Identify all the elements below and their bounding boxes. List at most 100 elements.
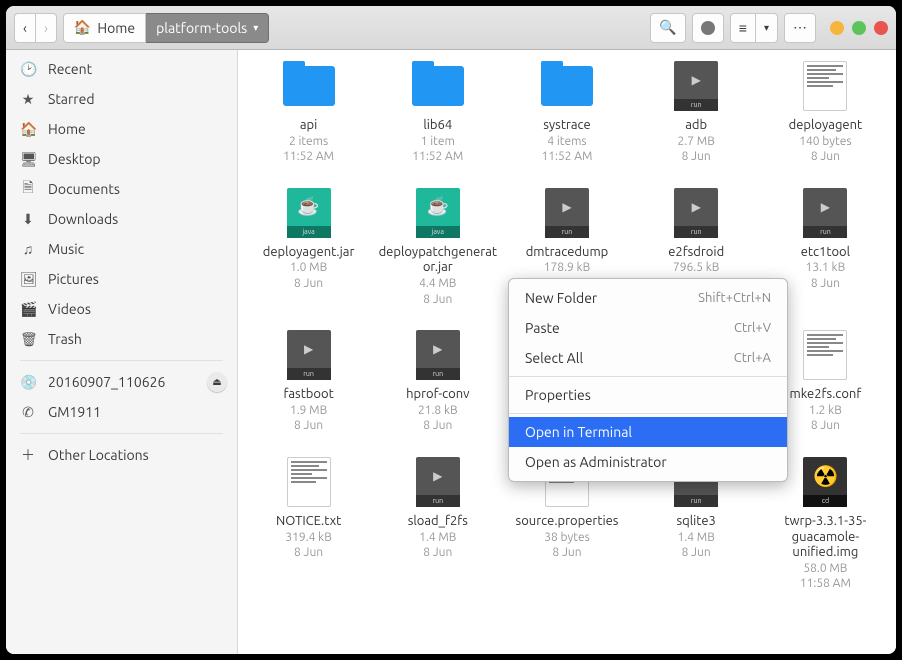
file-icon-box [797,327,853,383]
sidebar-item-music[interactable]: ♫Music [6,234,237,264]
file-manager-window: ‹ › 🏠 Home platform-tools ▾ 🔍 ≡ ▾ ⋯ [6,6,896,654]
context-menu-shortcut: Shift+Ctrl+N [698,291,771,305]
file-meta: 796.5 kB [673,260,719,276]
sidebar-item-label: Desktop [48,151,101,167]
file-icon-box: ☕java [281,185,337,241]
folder-icon [283,66,335,106]
sidebar-item-label: Recent [48,61,92,77]
sidebar-separator [20,433,223,434]
sidebar: 🕑Recent★Starred🏠Home🖥Desktop🗎Documents⬇D… [6,50,238,654]
file-icon-box: ▶run [281,327,337,383]
context-menu-item[interactable]: Properties [509,380,787,410]
sidebar-item-pictures[interactable]: 🖼Pictures [6,264,237,294]
file-date: 8 Jun [682,545,711,561]
executable-icon: ▶run [674,188,718,238]
file-item[interactable]: ☕java deployagent.jar 1.0 MB 8 Jun [246,185,371,307]
sidebar-item-recent[interactable]: 🕑Recent [6,54,237,84]
view-dropdown-button[interactable]: ▾ [755,13,778,43]
file-meta: 58.0 MB [803,561,847,577]
sidebar-other-locations[interactable]: ＋ Other Locations [6,440,237,470]
file-name: NOTICE.txt [276,514,341,530]
file-meta: 1.4 MB [678,530,715,546]
file-meta: 1.2 kB [809,403,842,419]
close-button[interactable] [874,21,888,35]
breadcrumb-current[interactable]: platform-tools ▾ [146,13,269,43]
sidebar-item-trash[interactable]: 🗑Trash [6,324,237,354]
file-item[interactable]: ▶run sload_f2fs 1.4 MB 8 Jun [375,454,500,592]
file-item[interactable]: ▶run hprof-conv 21.8 kB 8 Jun [375,327,500,434]
sidebar-icon: 🗑 [20,331,36,348]
sidebar-icon: 🗎 [20,177,36,201]
chevron-down-icon: ▾ [253,22,258,34]
file-meta: 21.8 kB [418,403,458,419]
sidebar-item-documents[interactable]: 🗎 Documents [6,174,237,204]
file-item[interactable]: lib64 1 item 11:52 AM [375,58,500,165]
file-item[interactable]: NOTICE.txt 319.4 kB 8 Jun [246,454,371,592]
file-item[interactable]: api 2 items 11:52 AM [246,58,371,165]
home-icon: 🏠 [74,19,91,36]
context-menu-item[interactable]: PasteCtrl+V [509,313,787,343]
sidebar-item-starred[interactable]: ★Starred [6,84,237,114]
breadcrumb-home[interactable]: 🏠 Home [63,13,146,43]
sidebar-item-videos[interactable]: 🎬Videos [6,294,237,324]
file-item[interactable]: deployagent 140 bytes 8 Jun [763,58,888,165]
sidebar-item-home[interactable]: 🏠Home [6,114,237,144]
chevron-left-icon: ‹ [23,20,27,36]
file-date: 8 Jun [811,418,840,434]
eject-button[interactable]: ⏏ [207,372,227,392]
text-icon [803,330,847,380]
file-meta: 1.4 MB [419,530,456,546]
file-item[interactable]: systrace 4 items 11:52 AM [504,58,629,165]
search-button[interactable]: 🔍 [650,13,685,43]
file-item[interactable]: ▶run fastboot 1.9 MB 8 Jun [246,327,371,434]
context-menu-item[interactable]: Open in Terminal [509,417,787,447]
sidebar-item-desktop[interactable]: 🖥Desktop [6,144,237,174]
sidebar-item-label: Videos [48,301,91,317]
file-item[interactable]: ☕java deploypatchgenerator.jar 4.4 MB 8 … [375,185,500,307]
sidebar-item-label: Starred [48,91,95,107]
breadcrumb: 🏠 Home platform-tools ▾ [63,13,269,43]
context-menu-item[interactable]: Select AllCtrl+A [509,343,787,373]
sidebar-device[interactable]: ✆ GM1911 [6,397,237,427]
list-view-button[interactable]: ≡ [730,13,755,43]
content-area[interactable]: api 2 items 11:52 AM lib64 1 item 11:52 … [238,50,896,654]
hamburger-menu-button[interactable]: ⋯ [784,13,816,43]
list-icon: ≡ [739,20,747,36]
back-button[interactable]: ‹ [14,13,35,43]
file-item[interactable]: ▶run adb 2.7 MB 8 Jun [634,58,759,165]
file-icon-box: ▶run [668,58,724,114]
file-icon-box: ▶run [410,454,466,510]
sidebar-item-label: Documents [48,181,120,197]
file-name: dmtracedump [526,245,609,261]
context-menu-shortcut: Ctrl+A [734,351,771,365]
circle-icon [701,21,715,35]
sidebar-icon: ♫ [20,241,36,257]
file-icon-box [410,58,466,114]
context-menu-separator [509,376,787,377]
file-name: api [300,118,317,134]
sidebar-icon: 🖼 [20,271,36,288]
maximize-button[interactable] [852,21,866,35]
sidebar-item-label: Other Locations [48,447,149,463]
context-menu-item[interactable]: Open as Administrator [509,447,787,477]
sidebar-item-downloads[interactable]: ⬇Downloads [6,204,237,234]
sidebar-item-label: Home [48,121,86,137]
context-menu-item[interactable]: New FolderShift+Ctrl+N [509,283,787,313]
file-name: e2fsdroid [668,245,724,261]
status-indicator[interactable] [692,13,724,43]
file-name: sqlite3 [676,514,715,530]
sidebar-item-label: GM1911 [48,404,101,420]
minimize-button[interactable] [830,21,844,35]
forward-button[interactable]: › [35,13,57,43]
executable-icon: ▶run [416,330,460,380]
context-menu-separator [509,413,787,414]
file-date: 11:52 AM [283,149,334,165]
file-icon-box [539,58,595,114]
sidebar-icon: ⬇ [20,211,36,228]
sidebar-device[interactable]: 💿20160907_110626⏏ [6,367,237,397]
sidebar-item-label: 20160907_110626 [48,374,165,390]
device-icon: ✆ [20,404,36,421]
context-menu-shortcut: Ctrl+V [734,321,771,335]
plus-icon: ＋ [20,445,36,465]
file-meta: 1.9 MB [290,403,327,419]
